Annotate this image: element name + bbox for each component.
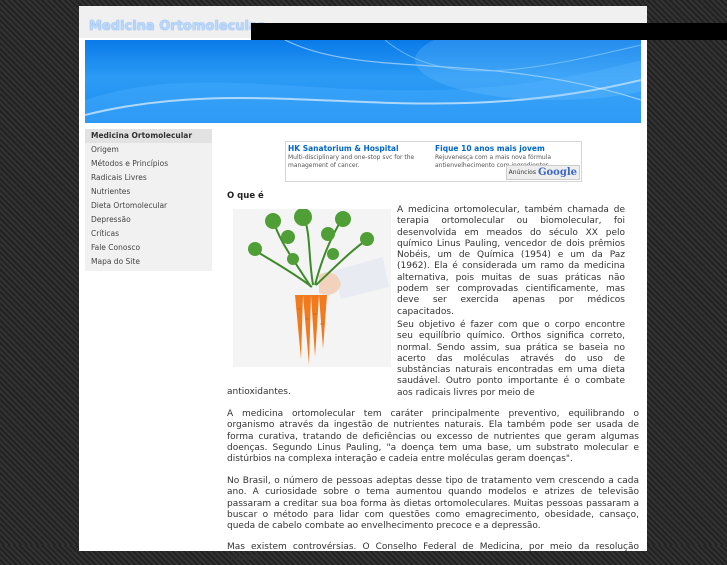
ad-title[interactable]: HK Sanatorium & Hospital — [288, 143, 434, 154]
carrots-photo — [233, 208, 391, 367]
sidebar-item-dieta-ortomolecular[interactable]: Dieta Ortomolecular — [85, 199, 212, 213]
anuncios-label: Anúncios — [508, 169, 536, 176]
ad-block: HK Sanatorium & Hospital Multi-disciplin… — [285, 141, 582, 182]
sidebar-item-fale-conosco[interactable]: Fale Conosco — [85, 241, 212, 255]
paragraph-controversias: Mas existem controvérsias. O Conselho Fe… — [227, 542, 639, 564]
ad-text: Multi-disciplinary and one-stop svc for … — [288, 154, 415, 169]
google-logo: Google — [537, 167, 577, 178]
sidebar-item-metodos-principios[interactable]: Métodos e Princípios — [85, 157, 212, 171]
paragraph-objetivo-end: antioxidantes. — [227, 387, 291, 397]
header-banner — [85, 40, 641, 123]
sidebar-item-depressao[interactable]: Depressão — [85, 213, 212, 227]
header-black-strip — [251, 23, 727, 40]
ad-title[interactable]: Fique 10 anos mais jovem — [435, 143, 581, 154]
sidebar-item-medicina-ortomolecular[interactable]: Medicina Ortomolecular — [85, 129, 212, 143]
paragraph-intro: A medicina ortomolecular, também chamada… — [397, 205, 625, 317]
sidebar-item-nutrientes[interactable]: Nutrientes — [85, 185, 212, 199]
paragraph-brasil: No Brasil, o número de pessoas adeptas d… — [227, 476, 639, 532]
sidebar-item-criticas[interactable]: Críticas — [85, 227, 212, 241]
section-heading: O que é — [227, 191, 264, 201]
sidebar-item-origem[interactable]: Origem — [85, 143, 212, 157]
site-title[interactable]: Medicina Ortomolecular — [89, 19, 264, 34]
page-container: Medicina Ortomolecular Medicina Ortomole… — [79, 6, 727, 563]
ads-by-google-badge[interactable]: Anúncios Google — [505, 165, 580, 180]
paragraph-preventivo: A medicina ortomolecular tem caráter pri… — [227, 409, 639, 465]
ad-item-1[interactable]: HK Sanatorium & Hospital Multi-disciplin… — [288, 143, 434, 170]
sidebar-item-radicais-livres[interactable]: Radicais Livres — [85, 171, 212, 185]
sidebar-nav: Medicina Ortomolecular Origem Métodos e … — [85, 129, 212, 271]
sidebar-item-mapa-do-site[interactable]: Mapa do Site — [85, 255, 212, 269]
